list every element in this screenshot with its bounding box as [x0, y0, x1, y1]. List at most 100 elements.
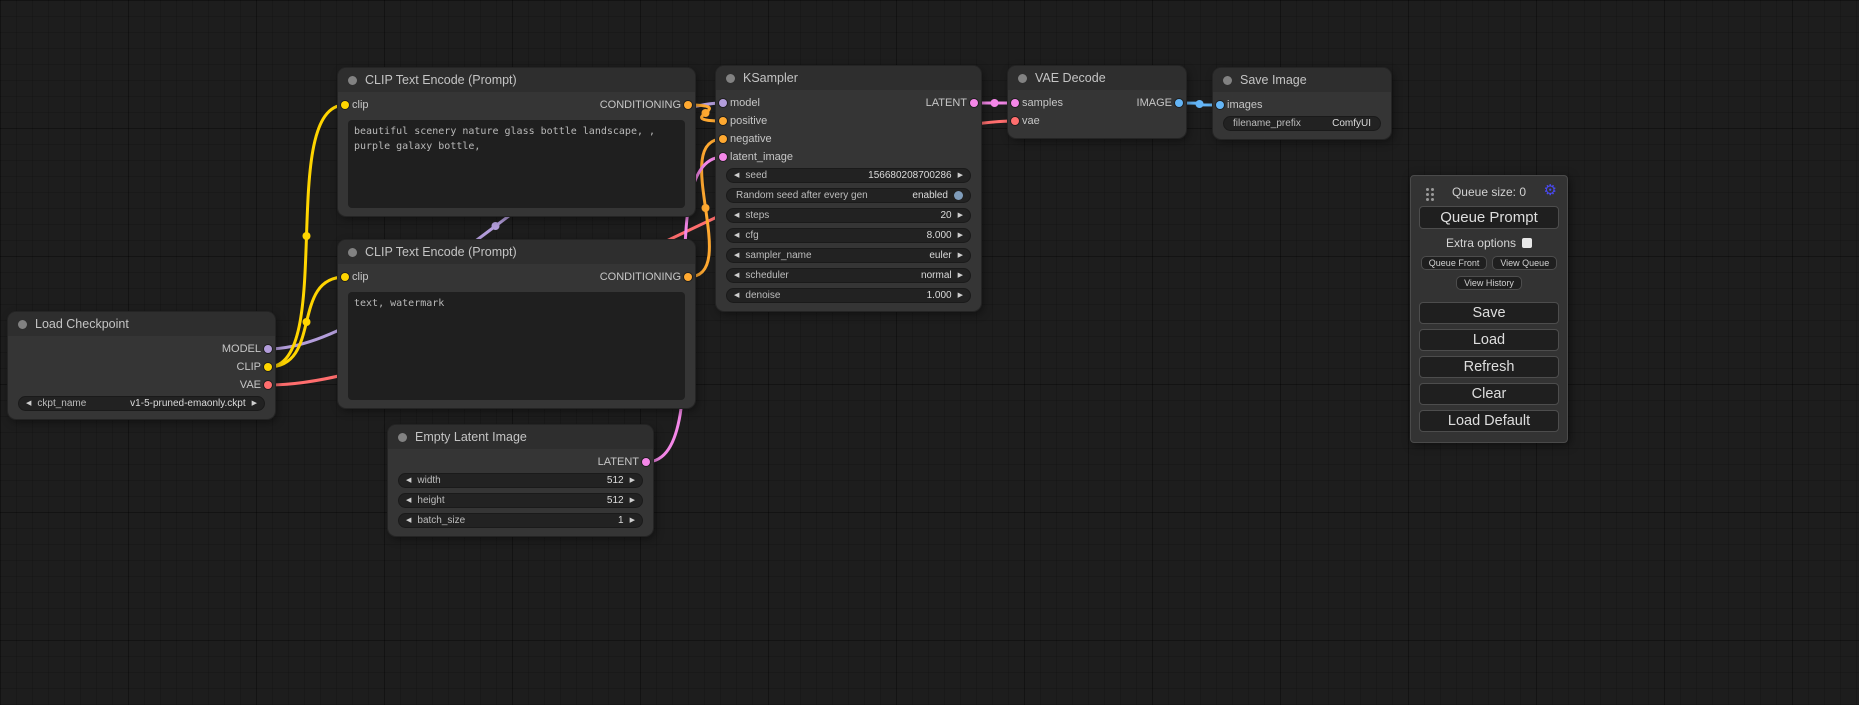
widget-value: enabled [912, 190, 948, 201]
decrement-arrow-icon[interactable]: ◀ [406, 497, 411, 504]
widget-cfg[interactable]: ◀ cfg 8.000 ▶ [726, 228, 971, 243]
increment-arrow-icon[interactable]: ▶ [252, 400, 257, 407]
input-port-positive[interactable] [719, 117, 727, 125]
node-title-bar[interactable]: CLIP Text Encode (Prompt) [338, 240, 695, 264]
widget-filename-prefix[interactable]: filename_prefix ComfyUI [1223, 116, 1381, 131]
node-collapse-dot[interactable] [398, 433, 407, 442]
increment-arrow-icon[interactable]: ▶ [958, 172, 963, 179]
widget-label: filename_prefix [1233, 118, 1301, 129]
queue-front-button[interactable]: Queue Front [1421, 256, 1488, 270]
node-title-bar[interactable]: KSampler [716, 66, 981, 90]
input-port-clip[interactable] [341, 273, 349, 281]
widget-label: scheduler [745, 270, 788, 281]
load-default-button[interactable]: Load Default [1419, 410, 1559, 432]
input-port-vae[interactable] [1011, 117, 1019, 125]
node-clip-text-encode-negative[interactable]: CLIP Text Encode (Prompt) clip CONDITION… [338, 240, 695, 408]
node-title-bar[interactable]: Load Checkpoint [8, 312, 275, 336]
input-port-images[interactable] [1216, 101, 1224, 109]
increment-arrow-icon[interactable]: ▶ [630, 497, 635, 504]
clear-button[interactable]: Clear [1419, 383, 1559, 405]
input-port-model[interactable] [719, 99, 727, 107]
save-button[interactable]: Save [1419, 302, 1559, 324]
node-title-bar[interactable]: Save Image [1213, 68, 1391, 92]
widget-value: 1 [618, 515, 624, 526]
widget-ckpt-name[interactable]: ◀ ckpt_name v1-5-pruned-emaonly.ckpt ▶ [18, 396, 265, 411]
input-label: images [1227, 99, 1262, 111]
decrement-arrow-icon[interactable]: ◀ [734, 292, 739, 299]
increment-arrow-icon[interactable]: ▶ [958, 252, 963, 259]
decrement-arrow-icon[interactable]: ◀ [734, 212, 739, 219]
node-collapse-dot[interactable] [1223, 76, 1232, 85]
node-collapse-dot[interactable] [18, 320, 27, 329]
input-label: latent_image [730, 151, 793, 163]
decrement-arrow-icon[interactable]: ◀ [734, 272, 739, 279]
node-ksampler[interactable]: KSampler model LATENT positive negative … [716, 66, 981, 311]
node-save-image[interactable]: Save Image images filename_prefix ComfyU… [1213, 68, 1391, 139]
widget-sampler-name[interactable]: ◀ sampler_name euler ▶ [726, 248, 971, 263]
node-vae-decode[interactable]: VAE Decode samples IMAGE vae [1008, 66, 1186, 138]
decrement-arrow-icon[interactable]: ◀ [734, 172, 739, 179]
widget-scheduler[interactable]: ◀ scheduler normal ▶ [726, 268, 971, 283]
output-port-clip[interactable] [264, 363, 272, 371]
node-title: Load Checkpoint [35, 317, 129, 331]
output-port-latent[interactable] [642, 458, 650, 466]
widget-seed[interactable]: ◀ seed 156680208700286 ▶ [726, 168, 971, 183]
widget-label: height [417, 495, 444, 506]
input-port-samples[interactable] [1011, 99, 1019, 107]
increment-arrow-icon[interactable]: ▶ [958, 292, 963, 299]
graph-canvas[interactable]: Load Checkpoint MODEL CLIP VAE ◀ ckpt [0, 0, 1859, 705]
widget-batch-size[interactable]: ◀ batch_size 1 ▶ [398, 513, 643, 528]
widget-random-seed-toggle[interactable]: Random seed after every gen enabled [726, 188, 971, 203]
output-label: MODEL [222, 343, 261, 355]
increment-arrow-icon[interactable]: ▶ [958, 232, 963, 239]
increment-arrow-icon[interactable]: ▶ [630, 477, 635, 484]
node-load-checkpoint[interactable]: Load Checkpoint MODEL CLIP VAE ◀ ckpt [8, 312, 275, 419]
node-collapse-dot[interactable] [348, 76, 357, 85]
output-label: IMAGE [1137, 97, 1172, 109]
widget-value: normal [921, 270, 952, 281]
settings-gear-icon[interactable]: ⚙ [1544, 183, 1557, 198]
node-collapse-dot[interactable] [1018, 74, 1027, 83]
increment-arrow-icon[interactable]: ▶ [630, 517, 635, 524]
node-title-bar[interactable]: VAE Decode [1008, 66, 1186, 90]
node-collapse-dot[interactable] [726, 74, 735, 83]
increment-arrow-icon[interactable]: ▶ [958, 272, 963, 279]
refresh-button[interactable]: Refresh [1419, 356, 1559, 378]
output-port-vae[interactable] [264, 381, 272, 389]
node-collapse-dot[interactable] [348, 248, 357, 257]
widget-height[interactable]: ◀ height 512 ▶ [398, 493, 643, 508]
view-history-button[interactable]: View History [1456, 276, 1522, 290]
node-empty-latent-image[interactable]: Empty Latent Image LATENT ◀ width 512 ▶ … [388, 425, 653, 536]
input-port-negative[interactable] [719, 135, 727, 143]
queue-prompt-button[interactable]: Queue Prompt [1419, 206, 1559, 229]
widget-steps[interactable]: ◀ steps 20 ▶ [726, 208, 971, 223]
node-title-bar[interactable]: CLIP Text Encode (Prompt) [338, 68, 695, 92]
node-clip-text-encode-positive[interactable]: CLIP Text Encode (Prompt) clip CONDITION… [338, 68, 695, 216]
input-port-clip[interactable] [341, 101, 349, 109]
output-port-conditioning[interactable] [684, 101, 692, 109]
menu-drag-handle-icon[interactable] [1426, 188, 1429, 191]
prompt-textarea[interactable]: beautiful scenery nature glass bottle la… [348, 120, 685, 208]
node-title-bar[interactable]: Empty Latent Image [388, 425, 653, 449]
prompt-textarea[interactable]: text, watermark [348, 292, 685, 400]
toggle-knob[interactable] [954, 191, 963, 200]
widget-denoise[interactable]: ◀ denoise 1.000 ▶ [726, 288, 971, 303]
output-port-latent[interactable] [970, 99, 978, 107]
decrement-arrow-icon[interactable]: ◀ [734, 232, 739, 239]
widget-label: steps [745, 210, 769, 221]
decrement-arrow-icon[interactable]: ◀ [26, 400, 31, 407]
decrement-arrow-icon[interactable]: ◀ [734, 252, 739, 259]
input-label: clip [352, 271, 369, 283]
output-port-conditioning[interactable] [684, 273, 692, 281]
load-button[interactable]: Load [1419, 329, 1559, 351]
decrement-arrow-icon[interactable]: ◀ [406, 517, 411, 524]
output-port-model[interactable] [264, 345, 272, 353]
increment-arrow-icon[interactable]: ▶ [958, 212, 963, 219]
output-label: CLIP [237, 361, 261, 373]
decrement-arrow-icon[interactable]: ◀ [406, 477, 411, 484]
view-queue-button[interactable]: View Queue [1492, 256, 1557, 270]
widget-width[interactable]: ◀ width 512 ▶ [398, 473, 643, 488]
input-port-latent-image[interactable] [719, 153, 727, 161]
extra-options-checkbox[interactable] [1522, 238, 1532, 248]
output-port-image[interactable] [1175, 99, 1183, 107]
